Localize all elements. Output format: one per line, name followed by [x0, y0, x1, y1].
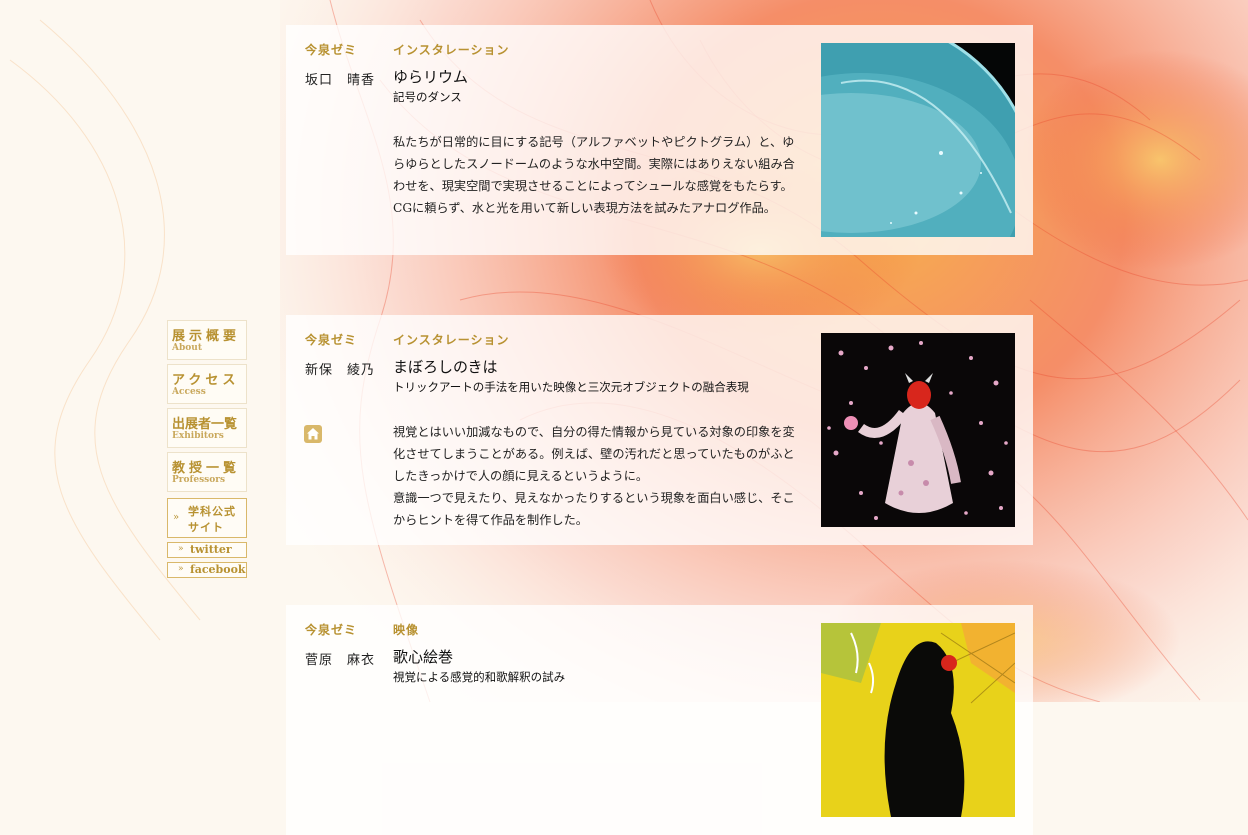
exhibitor-name: 新保 綾乃 [305, 363, 376, 378]
nav-access-link[interactable]: アクセス Access [167, 364, 247, 404]
water-sphere-image [821, 43, 1015, 237]
work-subtitle: トリックアートの手法を用いた映像と三次元オブジェクトの融合表現 [393, 380, 749, 394]
work-subtitle: 視覚による感覚的和歌解釈の試み [393, 670, 566, 684]
nav-exhibitors-link[interactable]: 出展者一覧 Exhibitors [167, 408, 247, 448]
exhibitor-name: 坂口 晴香 [305, 73, 376, 88]
chevron-right-icon: » [178, 564, 184, 574]
seminar-label: 今泉ゼミ [305, 623, 358, 637]
work-category: インスタレーション [393, 333, 510, 347]
chevron-right-icon: » [178, 544, 184, 554]
house-glyph [307, 428, 319, 440]
facebook-label: facebook [190, 563, 246, 576]
work-thumbnail[interactable] [821, 43, 1015, 237]
work-thumbnail[interactable] [821, 333, 1015, 527]
work-title: まぼろしのきは [393, 358, 498, 376]
nav-access-label: アクセス [172, 373, 240, 388]
description-paragraph: 意識一つで見えたり、見えなかったりするという現象を面白い感じ、そこからヒントを得… [393, 491, 795, 527]
work-card: 今泉ゼミ 菅原 麻衣 映像 歌心絵巻 視覚による感覚的和歌解釈の試み [286, 605, 1033, 835]
work-title: 歌心絵巻 [393, 648, 454, 666]
official-site-label-line1: 学科公式 [188, 505, 236, 518]
silhouette-yellow-image [821, 623, 1015, 817]
description-paragraph: 私たちが日常的に目にする記号（アルファベットやピクトグラム）と、ゆらゆらとしたス… [393, 135, 795, 215]
work-card: 今泉ゼミ 新保 綾乃 インスタレーション まぼろしのきは トリックアートの手法を… [286, 315, 1033, 545]
nav-about-label: 展示概要 [172, 329, 241, 344]
work-category: 映像 [393, 623, 420, 637]
work-description: 私たちが日常的に目にする記号（アルファベットやピクトグラム）と、ゆらゆらとしたス… [393, 131, 803, 219]
work-thumbnail[interactable] [821, 623, 1015, 817]
nav-about-sublabel: About [172, 343, 202, 353]
official-site-link[interactable]: » 学科公式 サイト [167, 498, 247, 538]
facebook-link[interactable]: » facebook [167, 562, 247, 578]
description-paragraph: 視覚とはいい加減なもので、自分の得た情報から見ている対象の印象を変化させてしまう… [393, 425, 795, 483]
chevron-right-icon: » [173, 512, 180, 523]
twitter-link[interactable]: » twitter [167, 542, 247, 558]
twitter-label: twitter [190, 543, 232, 556]
work-description: 視覚とはいい加減なもので、自分の得た情報から見ている対象の印象を変化させてしまう… [393, 421, 803, 531]
masked-figure-image [821, 333, 1015, 527]
home-icon[interactable] [304, 425, 322, 443]
exhibitor-name: 菅原 麻衣 [305, 653, 376, 668]
seminar-label: 今泉ゼミ [305, 333, 358, 347]
nav-professors-sublabel: Professors [172, 475, 226, 485]
nav-access-sublabel: Access [172, 387, 206, 397]
work-title: ゆらリウム [393, 68, 469, 86]
nav-about-link[interactable]: 展示概要 About [167, 320, 247, 360]
work-category: インスタレーション [393, 43, 510, 57]
nav-professors-link[interactable]: 教授一覧 Professors [167, 452, 247, 492]
nav-professors-label: 教授一覧 [172, 461, 241, 476]
work-subtitle: 記号のダンス [393, 90, 462, 104]
nav-exhibitors-label: 出展者一覧 [172, 417, 238, 432]
official-site-label-line2: サイト [188, 521, 224, 534]
seminar-label: 今泉ゼミ [305, 43, 358, 57]
nav-exhibitors-sublabel: Exhibitors [172, 431, 224, 441]
side-navigation: 展示概要 About アクセス Access 出展者一覧 Exhibitors … [167, 320, 247, 578]
work-card: 今泉ゼミ 坂口 晴香 インスタレーション ゆらリウム 記号のダンス 私たちが日常… [286, 25, 1033, 255]
